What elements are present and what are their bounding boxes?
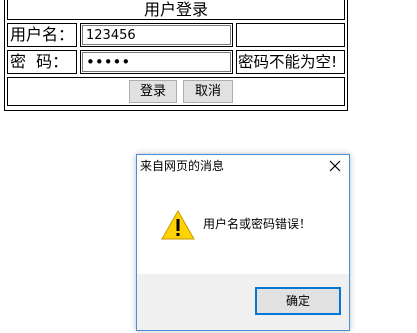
username-message	[236, 23, 345, 47]
password-cell	[80, 50, 233, 74]
login-button[interactable]: 登录	[129, 80, 177, 103]
login-table: 用户登录 用户名： 密 码： 密码不能为空! 登录 取消	[4, 0, 348, 111]
warning-icon	[161, 209, 195, 241]
form-title: 用户登录	[7, 0, 345, 20]
username-label: 用户名：	[7, 23, 77, 47]
alert-dialog: 来自网页的消息 用户名或密码错误！ 确定	[136, 154, 350, 331]
dialog-footer: 确定	[137, 274, 349, 330]
password-input[interactable]	[82, 52, 231, 72]
cancel-button[interactable]: 取消	[183, 80, 233, 103]
close-icon[interactable]	[327, 158, 343, 174]
button-row: 登录 取消	[7, 77, 345, 106]
username-input[interactable]	[82, 25, 231, 45]
ok-button[interactable]: 确定	[255, 287, 341, 315]
password-label: 密 码：	[7, 50, 77, 74]
username-cell	[80, 23, 233, 47]
password-message: 密码不能为空!	[236, 50, 345, 74]
dialog-title: 来自网页的消息	[140, 159, 225, 173]
dialog-message: 用户名或密码错误！	[203, 217, 312, 231]
